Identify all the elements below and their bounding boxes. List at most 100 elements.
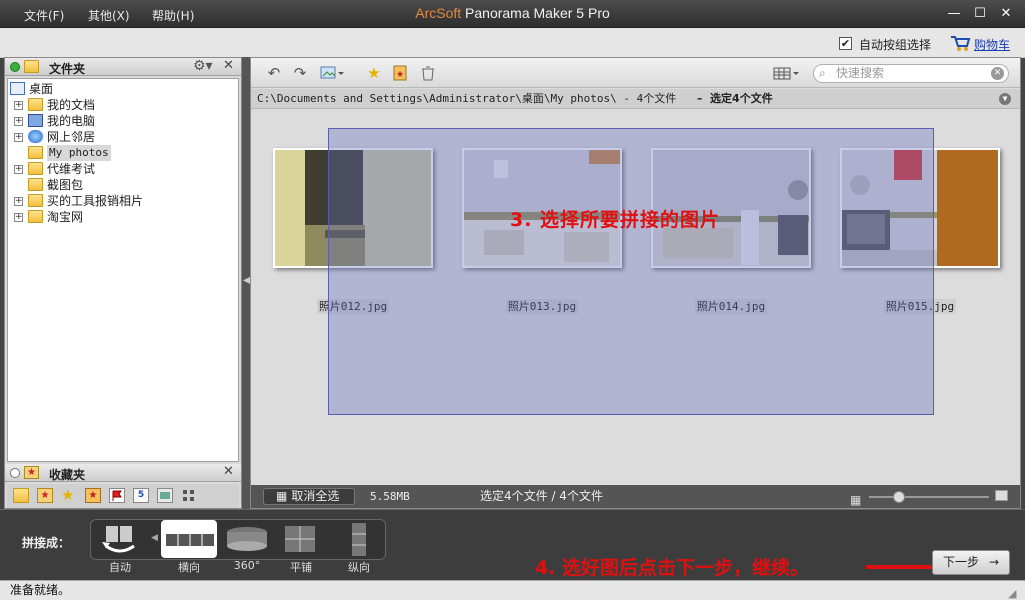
folder-tree-item[interactable]: 截图包 [8, 177, 238, 193]
folder-icon [28, 146, 43, 159]
expand-toggle-icon[interactable]: + [14, 117, 23, 126]
next-step-button[interactable]: 下一步 → [932, 550, 1010, 575]
folder-icon[interactable] [13, 488, 29, 503]
minimize-button[interactable]: — [945, 5, 963, 23]
zoom-slider[interactable] [869, 491, 989, 503]
folder-tree: 桌面 + 我的文档 + 我的电脑 + 网上邻居 My photos + 代维考试 截图包 + 买的工具报… [7, 78, 239, 462]
gear-icon[interactable]: ⚙▾ [193, 58, 213, 74]
rotate-right-icon[interactable]: ↷ [291, 64, 309, 82]
network-icon [28, 130, 43, 143]
stitch-label: 拼接成： [22, 536, 71, 550]
browser-status-bar: ▦ 取消全选 5.58MB 选定4个文件 / 4个文件 ▦ [251, 485, 1020, 508]
expand-toggle-icon[interactable]: + [14, 197, 23, 206]
close-panel-icon[interactable]: ✕ [223, 58, 234, 73]
folder-tree-label: 桌面 [29, 82, 54, 96]
app-window: 文件(F) 其他(X) 帮助(H) ArcSoft Panorama Maker… [0, 0, 1025, 600]
arrow-right-icon: → [988, 555, 1000, 569]
close-button[interactable]: ✕ [997, 5, 1015, 23]
view-mode-icon[interactable] [771, 64, 801, 82]
folder-tree-item[interactable]: + 代维考试 [8, 161, 238, 177]
status-dot-icon [10, 62, 20, 72]
rotate-left-icon[interactable]: ↶ [265, 64, 283, 82]
mode-horizontal[interactable] [161, 520, 217, 558]
mode-scroll-left-icon[interactable]: ◀ [151, 533, 158, 543]
folder-tree-label: 我的电脑 [47, 114, 96, 128]
auto-group-checkbox[interactable]: ✔ [839, 37, 852, 50]
mode-vertical-label: 纵向 [348, 561, 370, 574]
annotation-step4: 4. 选好图后点击下一步，继续。 [535, 557, 810, 579]
status-line: 准备就绪。 ◢ [0, 580, 1025, 600]
folder-tree-label: 淘宝网 [47, 210, 84, 224]
folder-icon [24, 60, 39, 73]
folder-tree-item[interactable]: 桌面 [8, 81, 238, 97]
path-bar: C:\Documents and Settings\Administrator\… [251, 89, 1020, 109]
computer-icon [28, 114, 43, 127]
favorite-folder-icon[interactable]: ★ [37, 488, 53, 503]
selection-rectangle [328, 128, 934, 415]
expand-toggle-icon[interactable]: + [14, 165, 23, 174]
maximize-button[interactable]: ☐ [971, 5, 989, 23]
grid-view-icon[interactable] [181, 488, 197, 503]
mode-vertical[interactable] [331, 520, 387, 558]
panel-splitter[interactable]: ◀ [242, 57, 251, 509]
unselect-all-button[interactable]: ▦ 取消全选 [263, 488, 355, 505]
folder-icon [28, 98, 43, 111]
expand-toggle-icon[interactable]: + [14, 133, 23, 142]
stitch-bar: 拼接成： 自动 ◀ 横向 360° 平铺 纵向 4. 选好图后点击下一步，继续。… [0, 509, 1025, 580]
resize-grip-icon[interactable]: ◢ [1008, 584, 1016, 600]
close-favorites-icon[interactable]: ✕ [223, 464, 234, 479]
flag-icon[interactable] [109, 488, 125, 503]
cart-link[interactable]: 购物车 [974, 36, 1010, 53]
folder-tree-label: 买的工具报销相片 [47, 194, 144, 208]
favorites-title: 收藏夹 [49, 468, 86, 482]
folder-tree-item[interactable]: + 我的文档 [8, 97, 238, 113]
search-input[interactable]: 快速搜索 [813, 64, 1009, 83]
thumbnail-area: 照片012.jpg 照片013.jpg 照片014.jpg 照片015.jpg … [251, 110, 1020, 485]
folder-tree-label: 代维考试 [47, 162, 96, 176]
star-icon[interactable]: ★ [365, 64, 383, 82]
options-bar: ✔ 自动按组选择 购物车 [0, 28, 1025, 58]
total-size: 5.58MB [370, 490, 410, 503]
mode-tile[interactable] [273, 520, 329, 558]
browser-panel: ↶ ↷ ★ ★ 快速搜索 ⌕ ✕ C:\Documents and Settin… [250, 57, 1021, 509]
next-step-label: 下一步 [942, 555, 979, 569]
search-icon: ⌕ [819, 66, 826, 80]
selection-count: 选定4个文件 [710, 92, 773, 105]
radio-icon[interactable] [10, 468, 20, 478]
large-thumbnails-icon[interactable] [995, 490, 1008, 501]
folder-tree-label: 截图包 [47, 178, 84, 192]
cart-icon[interactable] [949, 33, 971, 53]
unselect-all-label: 取消全选 [291, 489, 340, 503]
slideshow-icon[interactable] [157, 488, 173, 503]
star-icon[interactable]: ★ [61, 488, 77, 503]
bookmark-add-icon[interactable]: ★ [391, 64, 409, 82]
calendar-icon[interactable]: 5 [133, 488, 149, 503]
auto-group-label: 自动按组选择 [859, 38, 932, 52]
selection-status: 选定4个文件 / 4个文件 [480, 489, 603, 503]
mode-auto[interactable] [92, 520, 148, 558]
path-dropdown-icon[interactable]: ▼ [999, 93, 1011, 105]
folder-tree-item[interactable]: + 网上邻居 [8, 129, 238, 145]
folder-tree-item[interactable]: + 我的电脑 [8, 113, 238, 129]
expand-toggle-icon[interactable]: + [14, 101, 23, 110]
folder-tree-label: 网上邻居 [47, 130, 96, 144]
status-text: 准备就绪。 [10, 583, 71, 597]
image-menu-icon[interactable] [319, 64, 345, 82]
mode-auto-label: 自动 [109, 561, 131, 574]
trash-icon[interactable] [419, 64, 437, 82]
folder-tree-item[interactable]: My photos [8, 145, 238, 161]
folder-icon [28, 178, 43, 191]
clear-search-icon[interactable]: ✕ [991, 67, 1004, 80]
folder-tree-item[interactable]: + 淘宝网 [8, 209, 238, 225]
bookmark-icon[interactable]: ★ [85, 488, 101, 503]
desktop-icon [10, 82, 25, 95]
folder-icon [28, 162, 43, 175]
zoom-slider-knob[interactable] [893, 491, 905, 503]
folder-tree-item[interactable]: + 买的工具报销相片 [8, 193, 238, 209]
favorites-toolbar: ★ ★ ★ 5 [7, 484, 239, 508]
app-title: ArcSoft Panorama Maker 5 Pro [0, 5, 1025, 21]
mode-360[interactable] [219, 520, 275, 558]
expand-toggle-icon[interactable]: + [14, 213, 23, 222]
path-text: C:\Documents and Settings\Administrator\… [257, 92, 677, 105]
mode-horizontal-label: 横向 [178, 561, 200, 574]
